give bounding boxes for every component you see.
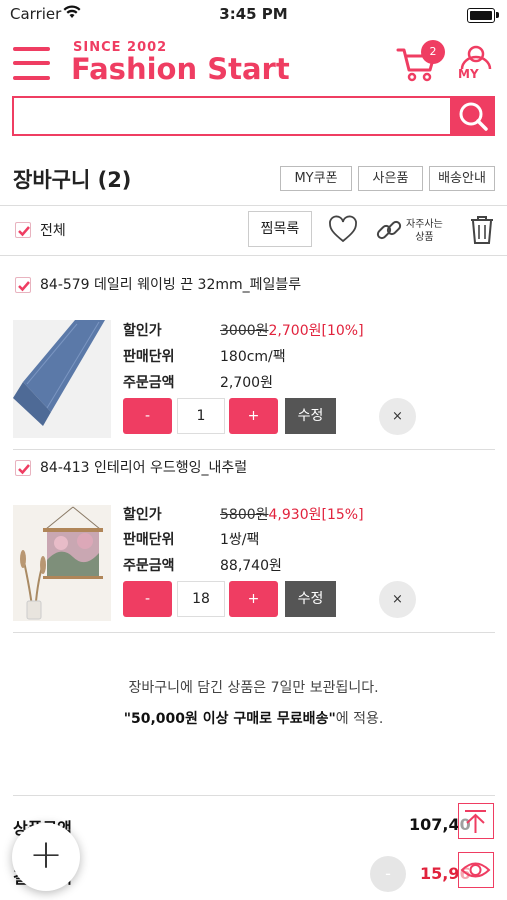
clock: 3:45 PM — [219, 5, 288, 23]
sale-unit-label: 판매단위 — [123, 349, 175, 365]
quantity-input[interactable]: 1 — [177, 398, 225, 434]
item-checkbox[interactable] — [15, 277, 31, 293]
wishlist-button[interactable]: 찜목록 — [248, 211, 312, 247]
divider — [0, 255, 507, 256]
quantity-decrease-button[interactable]: - — [123, 398, 172, 434]
quantity-input[interactable]: 18 — [177, 581, 225, 617]
product-image-wood-hanging[interactable] — [13, 505, 111, 621]
order-amount-value: 88,740원 — [220, 558, 282, 574]
battery-tip-icon — [496, 12, 499, 18]
edit-button[interactable]: 수정 — [285, 581, 336, 617]
search-field[interactable] — [12, 96, 466, 136]
search-button[interactable] — [450, 96, 495, 136]
item-checkbox[interactable] — [15, 460, 31, 476]
sale-unit-label: 판매단위 — [123, 532, 175, 548]
scroll-top-button[interactable] — [458, 803, 494, 839]
discount-rate: [15%] — [321, 507, 364, 523]
free-shipping-suffix: 에 적용. — [335, 711, 384, 727]
divider — [0, 205, 507, 206]
arrow-up-icon — [465, 810, 486, 833]
item-name[interactable]: 84-579 데일리 웨이빙 끈 32mm_페일블루 — [40, 274, 301, 294]
order-amount-label: 주문금액 — [123, 375, 175, 391]
original-price: 3000원 — [220, 323, 269, 339]
my-page-label[interactable]: MY — [458, 67, 479, 81]
trash-icon[interactable] — [469, 215, 495, 245]
product-image-webbing[interactable] — [13, 320, 111, 438]
search-input[interactable] — [14, 98, 466, 134]
search-icon — [459, 102, 488, 131]
sale-unit-value: 1쌍/팩 — [220, 532, 260, 548]
page-title: 장바구니 (2) — [13, 168, 132, 192]
check-icon — [18, 281, 30, 292]
order-amount-label: 주문금액 — [123, 558, 175, 574]
remove-item-button[interactable]: × — [379, 398, 416, 435]
remove-item-button[interactable]: × — [379, 581, 416, 618]
shipping-info-button[interactable]: 배송안내 — [429, 166, 495, 191]
edit-button[interactable]: 수정 — [285, 398, 336, 434]
eye-icon — [460, 862, 491, 878]
frequent-products-label-line2: 상품 — [415, 232, 434, 243]
divider — [13, 449, 495, 450]
frequent-products-label-line1: 자주사는 — [406, 219, 443, 230]
divider — [13, 632, 495, 633]
plus-icon[interactable]: + — [12, 823, 80, 891]
summary-minus-icon: - — [370, 856, 406, 892]
cart-count-badge: 2 — [421, 40, 445, 64]
quantity-increase-button[interactable]: + — [229, 581, 278, 617]
heart-icon[interactable] — [328, 215, 358, 243]
original-price: 5800원 — [220, 507, 269, 523]
price-line: 5800원4,930원[15%] — [220, 504, 364, 524]
storage-notice: 장바구니에 담긴 상품은 7일만 보관됩니다. — [128, 680, 379, 696]
order-amount-value: 2,700원 — [220, 375, 273, 391]
quantity-decrease-button[interactable]: - — [123, 581, 172, 617]
gift-button[interactable]: 사은품 — [358, 166, 423, 191]
sale-unit-value: 180cm/팩 — [220, 349, 286, 365]
status-bar: Carrier 3:45 PM — [0, 0, 507, 30]
sale-price-label: 할인가 — [123, 323, 162, 339]
brand-logo[interactable]: Fashion Start — [71, 52, 290, 86]
link-icon[interactable] — [374, 215, 404, 245]
my-page-icon[interactable] — [459, 45, 493, 69]
quantity-increase-button[interactable]: + — [229, 398, 278, 434]
price-line: 3000원2,700원[10%] — [220, 320, 364, 340]
check-icon — [18, 226, 30, 237]
sale-price: 2,700원 — [268, 323, 322, 339]
free-shipping-condition: "50,000원 이상 구매로 무료배송" — [123, 711, 336, 727]
check-icon — [18, 464, 30, 475]
free-shipping-notice: "50,000원 이상 구매로 무료배송"에 적용. — [0, 708, 507, 728]
select-all-checkbox[interactable] — [15, 222, 31, 238]
recent-view-button[interactable] — [458, 852, 494, 888]
menu-icon[interactable] — [13, 45, 50, 82]
item-name[interactable]: 84-413 인테리어 우드행잉_내추럴 — [40, 457, 247, 477]
battery-icon — [467, 8, 495, 23]
select-all-label: 전체 — [40, 223, 66, 239]
sale-price-label: 할인가 — [123, 507, 162, 523]
sale-price: 4,930원 — [268, 507, 322, 523]
discount-rate: [10%] — [321, 323, 364, 339]
divider — [13, 795, 495, 796]
my-coupon-button[interactable]: MY쿠폰 — [280, 166, 352, 191]
frequent-products-label[interactable]: 자주사는 상품 — [406, 218, 443, 244]
